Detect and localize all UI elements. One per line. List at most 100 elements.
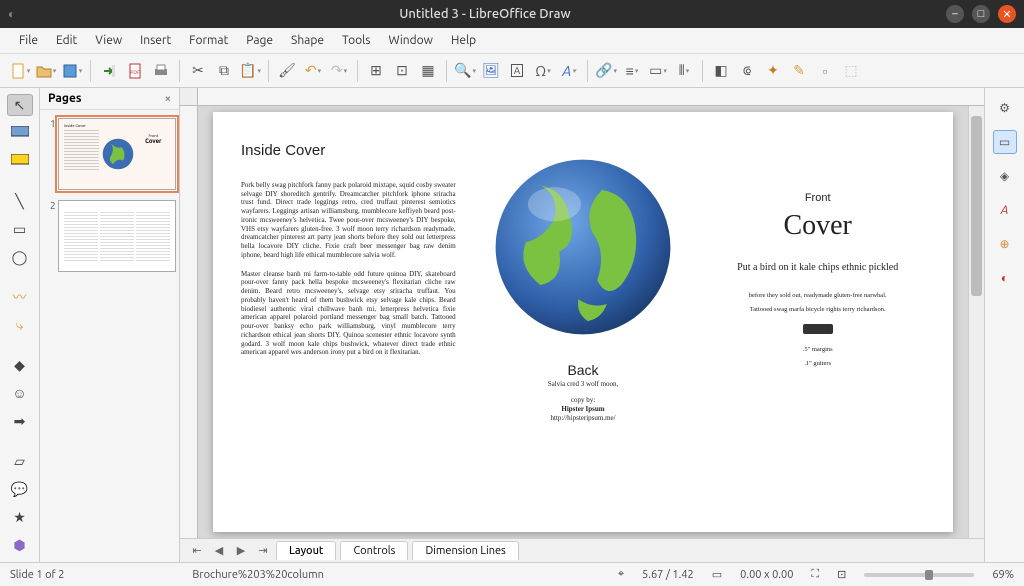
3d-tool[interactable]: ⬢ [7, 534, 33, 556]
front-label: Front [805, 192, 831, 206]
cut-button[interactable]: ✂ [186, 59, 210, 83]
window-title: Untitled 3 - LibreOffice Draw [32, 7, 938, 21]
extrusion-button[interactable]: ⬚ [839, 59, 863, 83]
undo-button[interactable]: ↶ [301, 59, 325, 83]
save-button[interactable] [60, 59, 84, 83]
horizontal-ruler[interactable] [180, 88, 984, 106]
tab-dimension[interactable]: Dimension Lines [412, 541, 518, 560]
crop-button[interactable]: ⟃ [735, 59, 759, 83]
gluepoints-button[interactable]: ▫ [813, 59, 837, 83]
symbol-shapes-tool[interactable]: ☺ [7, 382, 33, 404]
menu-window[interactable]: Window [380, 30, 442, 51]
tab-controls[interactable]: Controls [340, 541, 408, 560]
redo-button[interactable]: ↷ [327, 59, 351, 83]
export-pdf-button[interactable]: PDF [123, 59, 147, 83]
open-button[interactable] [34, 59, 58, 83]
page-thumbnail-2[interactable] [58, 200, 176, 272]
clone-formatting-button[interactable]: 🖌 [275, 59, 299, 83]
insert-textbox-button[interactable]: A [505, 59, 529, 83]
zoom-fit-button[interactable]: ⊡ [837, 568, 846, 581]
inside-cover-heading: Inside Cover [241, 142, 456, 161]
menu-page[interactable]: Page [237, 30, 282, 51]
gallery-panel-button[interactable]: ◈ [993, 164, 1017, 188]
insert-image-button[interactable]: 🖼 [479, 59, 503, 83]
filter-button[interactable]: ✦ [761, 59, 785, 83]
next-page-button[interactable]: ▶ [232, 544, 250, 557]
line-tool[interactable]: ╲ [7, 190, 33, 212]
menu-tools[interactable]: Tools [333, 30, 380, 51]
connector-tool[interactable]: ⤷ [7, 314, 33, 336]
scaling-icon[interactable]: ⛶ [811, 568, 819, 581]
snap-button[interactable]: ⊡ [390, 59, 414, 83]
shapes-panel-button[interactable]: ▭ [993, 130, 1017, 154]
first-page-button[interactable]: ⇤ [188, 544, 206, 557]
arrow-shapes-tool[interactable]: ➡ [7, 410, 33, 432]
shadow-button[interactable]: ◧ [709, 59, 733, 83]
zoom-button[interactable]: 🔍 [453, 59, 477, 83]
properties-panel-button[interactable]: ⚙ [993, 96, 1017, 120]
guides-button[interactable]: ▦ [416, 59, 440, 83]
copy-button[interactable]: ⧉ [212, 59, 236, 83]
back-copyby: copy by: [548, 396, 619, 405]
new-button[interactable] [8, 59, 32, 83]
last-page-button[interactable]: ⇥ [254, 544, 272, 557]
coords-icon: ⌖ [618, 568, 624, 581]
status-zoom[interactable]: 69% [992, 569, 1014, 581]
menu-file[interactable]: File [10, 30, 47, 51]
pages-panel: Pages × 1 Inside Cover FrontCover 2 [40, 88, 180, 562]
select-tool[interactable]: ↖ [7, 94, 33, 116]
menu-view[interactable]: View [86, 30, 131, 51]
window-minimize-button[interactable]: – [946, 5, 964, 23]
effects-panel-button[interactable]: ◐ [993, 266, 1017, 290]
vertical-ruler[interactable] [180, 106, 198, 538]
drawing-toolbox: ↖ ╲ ▭ ◯ 〰 ⤷ ◆ ☺ ➡ ▱ 💬 ★ ⬢ [0, 88, 40, 562]
basic-shapes-tool[interactable]: ◆ [7, 354, 33, 376]
window-close-button[interactable]: ✕ [998, 5, 1016, 23]
curve-tool[interactable]: 〰 [7, 286, 33, 308]
menu-help[interactable]: Help [442, 30, 485, 51]
prev-page-button[interactable]: ◀ [210, 544, 228, 557]
rectangle-tool[interactable]: ▭ [7, 218, 33, 240]
grid-button[interactable]: ⊞ [364, 59, 388, 83]
menu-insert[interactable]: Insert [131, 30, 180, 51]
navigator-panel-button[interactable]: ⊕ [993, 232, 1017, 256]
points-button[interactable]: ✎ [787, 59, 811, 83]
distribute-button[interactable]: ⫴ [672, 59, 696, 83]
menu-edit[interactable]: Edit [47, 30, 86, 51]
front-cover-word: Cover [783, 208, 851, 243]
ellipse-tool[interactable]: ◯ [7, 246, 33, 268]
fill-color-tool[interactable] [7, 150, 33, 172]
print-button[interactable] [149, 59, 173, 83]
styles-panel-button[interactable]: A [993, 198, 1017, 222]
svg-text:PDF: PDF [130, 69, 140, 75]
page-content[interactable]: Inside Cover Pork belly swag pitchfork f… [213, 112, 953, 532]
drawing-canvas[interactable]: Inside Cover Pork belly swag pitchfork f… [198, 106, 968, 538]
insert-special-char-button[interactable]: Ω [531, 59, 555, 83]
paste-button[interactable]: 📋 [238, 59, 262, 83]
tab-layout[interactable]: Layout [276, 541, 336, 560]
inside-body-2: Master cleanse banh mi farm-to-table odd… [241, 270, 456, 358]
cc-license-icon [803, 324, 833, 334]
vertical-scrollbar[interactable] [968, 106, 984, 538]
status-filename[interactable]: Brochure%203%20column [192, 569, 323, 581]
window-maximize-button[interactable]: □ [972, 5, 990, 23]
back-heading: Back [548, 362, 619, 380]
app-menu-icon[interactable]: ◐ [8, 7, 24, 21]
hyperlink-button[interactable]: 🔗 [594, 59, 618, 83]
fontwork-button[interactable]: A [557, 59, 581, 83]
zoom-slider[interactable] [864, 573, 974, 577]
export-button[interactable] [97, 59, 121, 83]
menu-format[interactable]: Format [180, 30, 237, 51]
pages-panel-close-icon[interactable]: × [165, 93, 171, 105]
callout-tool[interactable]: 💬 [7, 478, 33, 500]
align-button[interactable]: ≡ [620, 59, 644, 83]
status-slide[interactable]: Slide 1 of 2 [10, 569, 64, 581]
arrange-button[interactable]: ▭ [646, 59, 670, 83]
line-color-tool[interactable] [7, 122, 33, 144]
page-thumb-number-2: 2 [50, 200, 56, 211]
star-tool[interactable]: ★ [7, 506, 33, 528]
page-thumbnail-1[interactable]: Inside Cover FrontCover [58, 118, 176, 190]
flowchart-tool[interactable]: ▱ [7, 450, 33, 472]
menu-shape[interactable]: Shape [282, 30, 333, 51]
layer-tabs-bar: ⇤ ◀ ▶ ⇥ Layout Controls Dimension Lines [180, 538, 984, 562]
